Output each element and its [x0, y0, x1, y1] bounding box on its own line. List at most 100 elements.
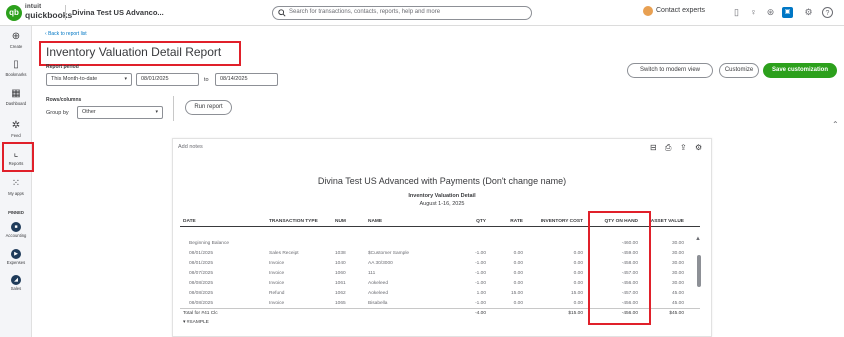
- apps-icon[interactable]: ⊛: [765, 7, 776, 18]
- run-report-button[interactable]: Run report: [185, 100, 232, 115]
- col-rate[interactable]: RATE: [490, 219, 523, 224]
- cell-asset: 30.00: [671, 281, 684, 286]
- export-icon[interactable]: ⇪: [680, 143, 687, 152]
- nav-bookmarks[interactable]: ▯ Bookmarks: [0, 59, 32, 77]
- cell-cost: 0.00: [573, 271, 583, 276]
- nav-feed[interactable]: ✲ Feed: [0, 120, 32, 138]
- scroll-up-icon[interactable]: ▲: [695, 236, 701, 242]
- cell-type[interactable]: Sales Receipt: [269, 251, 299, 256]
- col-name[interactable]: NAME: [368, 219, 382, 224]
- help-icon[interactable]: ?: [822, 7, 833, 18]
- cell-rate: 0.00: [513, 301, 523, 306]
- chevron-up-icon[interactable]: ⌃: [832, 120, 839, 129]
- nav-create[interactable]: ⊕ Create: [0, 31, 32, 49]
- nav-sales[interactable]: ◢ Sales: [0, 275, 32, 291]
- nav-label: Sales: [10, 286, 22, 291]
- divider: [65, 5, 66, 20]
- top-bar: qb intuit quickbooks Divina Test US Adva…: [0, 0, 844, 26]
- cell-type[interactable]: Invoice: [269, 281, 284, 286]
- expert-avatar-icon: [643, 6, 653, 16]
- gear-icon[interactable]: ⚙: [803, 7, 814, 18]
- nav-expenses[interactable]: ▶ Expenses: [0, 249, 32, 265]
- cell-date: 08/08/2025: [189, 291, 214, 296]
- add-notes-field[interactable]: Add notes: [178, 144, 203, 150]
- customize-button[interactable]: Customize: [719, 63, 759, 78]
- nav-label: Accounting: [5, 233, 27, 238]
- receipt-icon[interactable]: ▯: [731, 7, 742, 18]
- print-icon[interactable]: ⎙: [665, 143, 671, 153]
- search-placeholder: Search for transactions, contacts, repor…: [289, 9, 441, 15]
- email-icon[interactable]: ⊟: [650, 143, 657, 152]
- nav-label: Dashboard: [5, 101, 27, 106]
- from-date-input[interactable]: 08/01/2025: [136, 73, 199, 86]
- nav-label: Create: [9, 44, 23, 49]
- report-period-select[interactable]: This Month-to-date ▾: [46, 73, 132, 86]
- contact-experts-button[interactable]: Contact experts: [643, 6, 705, 16]
- apps-grid-icon: ⁙: [11, 178, 21, 189]
- switch-modern-view-button[interactable]: Switch to modern view: [627, 63, 713, 78]
- cell-type[interactable]: Refund: [269, 291, 284, 296]
- total-asset: $45.00: [669, 311, 684, 316]
- cell-asset: 30.00: [671, 261, 684, 266]
- report-period-label: Report period: [46, 64, 79, 70]
- to-label: to: [204, 77, 209, 83]
- nav-my-apps[interactable]: ⁙ My apps: [0, 178, 32, 196]
- highlight-qty-on-hand: [588, 211, 651, 325]
- cell-type[interactable]: Invoice: [269, 271, 284, 276]
- quickbooks-logo[interactable]: qb intuit quickbooks: [6, 4, 72, 22]
- company-name[interactable]: Divina Test US Advanco...: [72, 8, 164, 17]
- group-by-select[interactable]: Other ▾: [77, 106, 163, 119]
- nav-accounting[interactable]: ■ Accounting: [0, 222, 32, 238]
- col-qty[interactable]: QTY: [450, 219, 486, 224]
- divider: [173, 96, 174, 121]
- report-period-value: This Month-to-date: [51, 76, 98, 82]
- scrollbar-thumb[interactable]: [697, 255, 701, 287]
- cell-asset: 45.00: [671, 301, 684, 306]
- search-input[interactable]: Search for transactions, contacts, repor…: [272, 6, 532, 20]
- beginning-balance-label: Beginning Balance: [189, 241, 230, 246]
- pinned-header: PINNED: [8, 210, 24, 215]
- cell-qty: -1.00: [475, 251, 486, 256]
- settings-gear-icon[interactable]: ⚙: [695, 143, 702, 152]
- cell-name: Aokeleed: [368, 291, 389, 296]
- cell-num: 1062: [335, 291, 346, 296]
- cell-qty: -1.00: [475, 281, 486, 286]
- cell-rate: 0.00: [513, 261, 523, 266]
- cell-cost: 15.00: [570, 291, 583, 296]
- cell-num: 1040: [335, 261, 346, 266]
- group-by-label: Group by: [46, 110, 69, 116]
- col-transaction-type[interactable]: TRANSACTION TYPE: [269, 219, 318, 224]
- expenses-icon: ▶: [11, 249, 21, 259]
- lightbulb-icon[interactable]: ♀: [748, 7, 759, 18]
- cell-rate: 0.00: [513, 251, 523, 256]
- total-qty: -4.00: [475, 311, 486, 316]
- col-asset-value[interactable]: ASSET VALUE: [648, 219, 684, 224]
- nav-dashboard[interactable]: ▦ Dashboard: [0, 88, 32, 106]
- save-customization-button[interactable]: Save customization: [763, 63, 837, 78]
- bookmark-icon: ▯: [13, 59, 19, 70]
- col-num[interactable]: NUM: [335, 219, 346, 224]
- cell-name: 111: [368, 271, 376, 276]
- col-date[interactable]: DATE: [183, 219, 196, 224]
- cell-rate: 0.00: [513, 271, 523, 276]
- back-link-label: Back to report list: [48, 31, 87, 37]
- cell-name: Bisabella: [368, 301, 388, 306]
- cell-type[interactable]: Invoice: [269, 301, 284, 306]
- report-company-title: Divina Test US Advanced with Payments (D…: [317, 176, 567, 186]
- back-to-report-list-link[interactable]: ‹ Back to report list: [45, 31, 87, 37]
- cell-asset: 30.00: [671, 251, 684, 256]
- to-date-input[interactable]: 08/14/2025: [215, 73, 278, 86]
- cell-qty: -1.00: [475, 301, 486, 306]
- col-inventory-cost[interactable]: INVENTORY COST: [525, 219, 583, 224]
- nav-label: Feed: [11, 133, 21, 138]
- cell-rate: 15.00: [510, 291, 523, 296]
- cell-type[interactable]: Invoice: [269, 261, 284, 266]
- notifications-icon[interactable]: ▣: [782, 7, 793, 18]
- cell-name: $Customer Sample: [368, 251, 410, 256]
- cell-rate: 0.00: [513, 281, 523, 286]
- to-date-value: 08/14/2025: [220, 76, 248, 82]
- beginning-asset: 30.00: [671, 241, 684, 246]
- plus-circle-icon: ⊕: [11, 31, 21, 42]
- next-group-label[interactable]: ▾ #SAMPLE: [183, 320, 209, 325]
- quickbooks-logo-icon: qb: [6, 5, 22, 21]
